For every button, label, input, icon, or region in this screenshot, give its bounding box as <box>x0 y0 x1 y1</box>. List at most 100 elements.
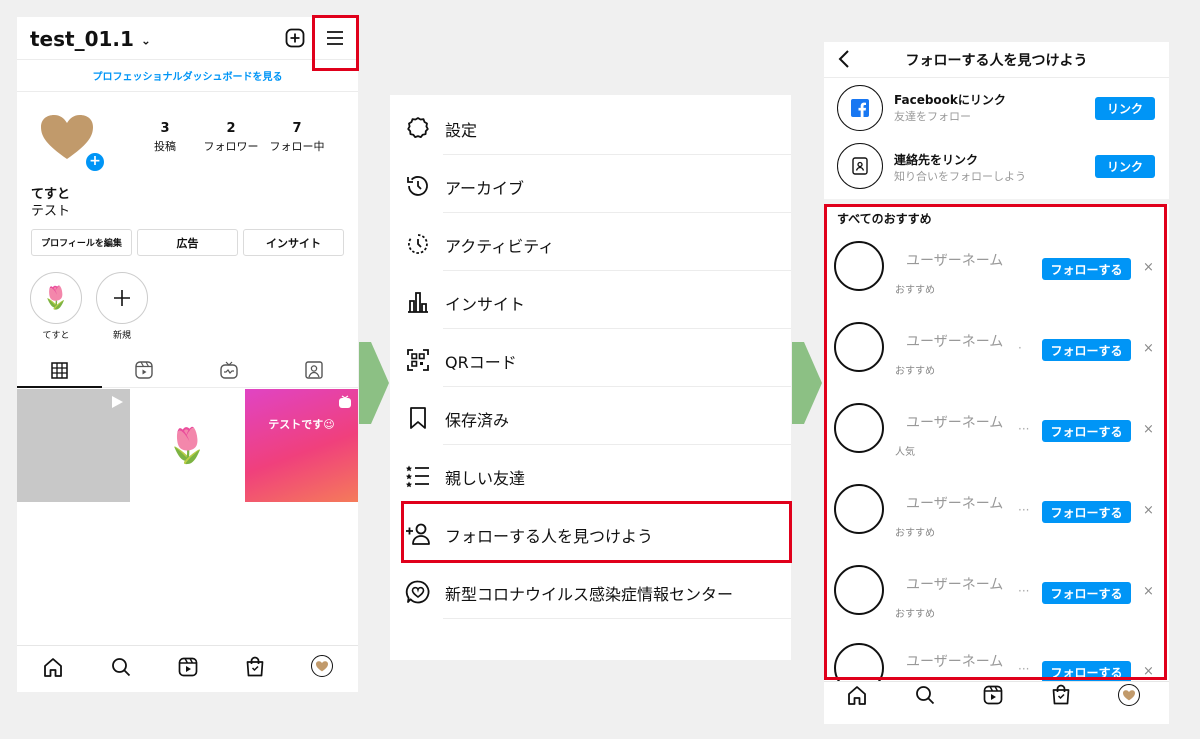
connect-title: Facebookにリンク <box>894 93 1006 107</box>
new-post-icon[interactable] <box>285 28 305 48</box>
menu-item-activity[interactable]: アクティビティ <box>405 214 791 271</box>
suggestion-row[interactable]: ユーザーネーム おすすめ フォローする × <box>824 238 1164 319</box>
suggestion-username[interactable]: ユーザーネーム <box>906 412 1003 432</box>
menu-item-label: 新型コロナウイルス感染症情報センター <box>445 585 734 604</box>
bookmark-icon <box>410 407 426 429</box>
avatar[interactable] <box>834 565 884 615</box>
stat-followers-label[interactable]: フォロワー <box>201 138 261 154</box>
more-options[interactable]: ··· <box>1018 584 1029 598</box>
avatar[interactable] <box>834 322 884 372</box>
dismiss-icon[interactable]: × <box>1143 584 1154 599</box>
connect-subtitle: 友達をフォロー <box>894 110 971 123</box>
contacts-icon <box>852 157 868 175</box>
avatar[interactable] <box>41 115 93 161</box>
menu-item-close-friends[interactable]: 親しい友達 <box>405 446 791 503</box>
suggestion-row[interactable]: ユーザーネーム ··· フォローする × <box>824 643 1164 681</box>
dismiss-icon[interactable]: × <box>1143 341 1154 356</box>
nav-search[interactable] <box>111 657 131 677</box>
ads-button[interactable]: 広告 <box>137 229 238 256</box>
suggestion-username[interactable]: ユーザーネーム <box>906 651 1003 671</box>
suggestion-username[interactable]: ユーザーネーム <box>906 250 1003 270</box>
qr-code-icon <box>407 349 429 371</box>
suggestion-row[interactable]: ユーザーネーム おすすめ ··· フォローする × <box>824 481 1164 562</box>
highlight-teisuto[interactable]: 🌷 <box>30 272 82 324</box>
more-options[interactable]: ··· <box>1018 662 1029 676</box>
dismiss-icon[interactable]: × <box>1143 503 1154 518</box>
menu-item-archive[interactable]: アーカイブ <box>405 156 791 213</box>
nav-search[interactable] <box>915 685 935 705</box>
tab-grid[interactable] <box>51 362 68 379</box>
profile-avatar-icon <box>1123 689 1135 700</box>
dismiss-icon[interactable]: × <box>1143 664 1154 679</box>
menu-item-qr-code[interactable]: QRコード <box>405 330 791 387</box>
avatar[interactable] <box>834 403 884 453</box>
new-highlight-button[interactable] <box>96 272 148 324</box>
stat-posts-count: 3 <box>160 121 170 136</box>
username: test_01.1 <box>30 27 134 51</box>
follow-button[interactable]: フォローする <box>1042 420 1131 442</box>
dismiss-icon[interactable]: × <box>1143 260 1154 275</box>
more-options[interactable]: · <box>1018 341 1022 355</box>
nav-reels[interactable] <box>178 657 198 677</box>
nav-shop[interactable] <box>1051 684 1071 705</box>
link-facebook-button[interactable]: リンク <box>1095 97 1155 120</box>
follow-button[interactable]: フォローする <box>1042 582 1131 604</box>
stat-followers-count[interactable]: 2 <box>219 121 243 136</box>
tab-reels[interactable] <box>135 361 153 379</box>
post-thumbnail-video[interactable] <box>17 389 130 502</box>
suggestion-username[interactable]: ユーザーネーム <box>906 331 1003 351</box>
menu-screen: 設定 アーカイブ アクティビティ インサイト QRコード 保存済み 親しい友達 … <box>390 95 791 660</box>
follow-button[interactable]: フォローする <box>1042 661 1131 681</box>
link-contacts-button[interactable]: リンク <box>1095 155 1155 178</box>
grid-icon <box>51 362 68 379</box>
suggestion-row[interactable]: ユーザーネーム おすすめ ··· フォローする × <box>824 562 1164 643</box>
dashboard-link[interactable]: プロフェッショナルダッシュボードを見る <box>17 68 358 83</box>
profile-avatar-icon <box>316 660 328 671</box>
nav-reels[interactable] <box>983 685 1003 705</box>
stat-following-label[interactable]: フォロー中 <box>267 138 327 154</box>
nav-home[interactable] <box>43 657 63 677</box>
close-friends-icon <box>406 465 429 488</box>
nav-shop[interactable] <box>245 656 265 677</box>
nav-profile[interactable] <box>1118 684 1140 706</box>
menu-item-settings[interactable]: 設定 <box>405 98 791 155</box>
follow-button[interactable]: フォローする <box>1042 501 1131 523</box>
archive-icon <box>407 176 428 196</box>
profile-screen: test_01.1 ⌄ プロフェッショナルダッシュボードを見る + 3 投稿 2… <box>17 17 358 692</box>
avatar[interactable] <box>834 484 884 534</box>
suggestion-row[interactable]: ユーザーネーム おすすめ · フォローする × <box>824 319 1164 400</box>
username-switcher[interactable]: test_01.1 ⌄ <box>30 27 151 51</box>
more-options[interactable]: ··· <box>1018 422 1029 436</box>
add-story-icon[interactable]: + <box>84 151 106 173</box>
igtv-icon <box>220 361 238 379</box>
tab-tagged[interactable] <box>305 361 323 379</box>
insights-button[interactable]: インサイト <box>243 229 344 256</box>
reels-icon <box>178 657 198 677</box>
menu-item-covid-info[interactable]: 新型コロナウイルス感染症情報センター <box>405 562 791 619</box>
suggestion-row[interactable]: ユーザーネーム 人気 ··· フォローする × <box>824 400 1164 481</box>
contacts-link-row[interactable]: 連絡先をリンク 知り合いをフォローしよう リンク <box>824 140 1169 194</box>
edit-profile-button[interactable]: プロフィールを編集 <box>31 229 132 256</box>
hamburger-menu-icon[interactable] <box>326 30 344 46</box>
menu-item-label: 親しい友達 <box>445 469 526 488</box>
follow-button[interactable]: フォローする <box>1042 339 1131 361</box>
dismiss-icon[interactable]: × <box>1143 422 1154 437</box>
stat-following-count[interactable]: 7 <box>285 121 309 136</box>
post-thumbnail-tulip[interactable]: 🌷 <box>131 389 244 502</box>
nav-home[interactable] <box>847 685 867 705</box>
more-options[interactable]: ··· <box>1018 503 1029 517</box>
post-thumbnail-text[interactable]: テストです😉 <box>245 389 358 502</box>
menu-item-discover-people[interactable]: フォローする人を見つけよう <box>405 504 791 561</box>
follow-button[interactable]: フォローする <box>1042 258 1131 280</box>
menu-item-saved[interactable]: 保存済み <box>405 388 791 445</box>
tab-igtv[interactable] <box>220 361 238 379</box>
suggestion-username[interactable]: ユーザーネーム <box>906 493 1003 513</box>
nav-profile[interactable] <box>311 655 333 677</box>
menu-item-insights[interactable]: インサイト <box>405 272 791 329</box>
suggestion-username[interactable]: ユーザーネーム <box>906 574 1003 594</box>
connect-title: 連絡先をリンク <box>894 153 979 167</box>
facebook-link-row[interactable]: Facebookにリンク 友達をフォロー リンク <box>824 82 1169 136</box>
avatar[interactable] <box>834 643 884 681</box>
avatar[interactable] <box>834 241 884 291</box>
shop-bag-icon <box>1052 684 1070 705</box>
